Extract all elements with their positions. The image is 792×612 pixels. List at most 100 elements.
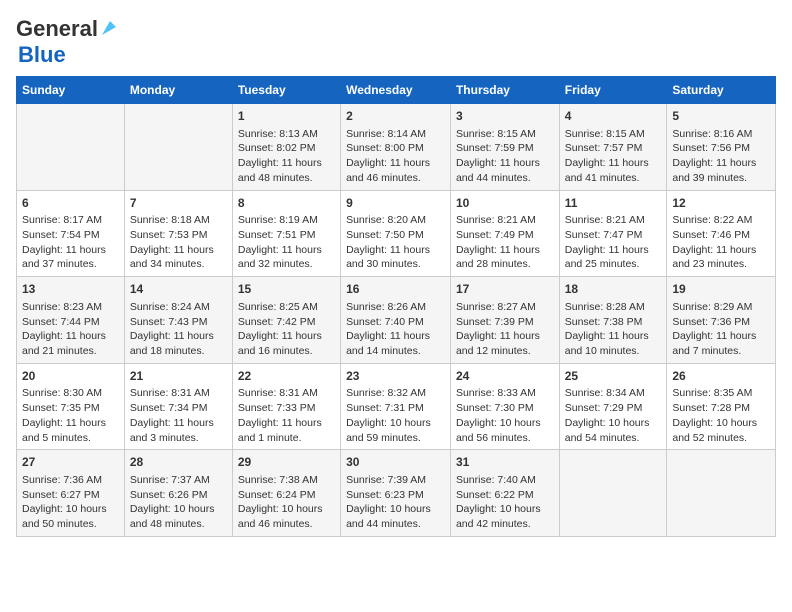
day-number: 8 [238, 195, 335, 212]
calendar-cell [124, 104, 232, 191]
day-content: Sunrise: 8:15 AM Sunset: 7:57 PM Dayligh… [565, 127, 662, 186]
logo: General Blue [16, 16, 118, 68]
calendar-cell: 10Sunrise: 8:21 AM Sunset: 7:49 PM Dayli… [450, 190, 559, 277]
day-content: Sunrise: 8:24 AM Sunset: 7:43 PM Dayligh… [130, 300, 227, 359]
day-number: 2 [346, 108, 445, 125]
calendar-cell: 19Sunrise: 8:29 AM Sunset: 7:36 PM Dayli… [667, 277, 776, 364]
day-content: Sunrise: 8:21 AM Sunset: 7:49 PM Dayligh… [456, 213, 554, 272]
day-content: Sunrise: 8:19 AM Sunset: 7:51 PM Dayligh… [238, 213, 335, 272]
day-number: 31 [456, 454, 554, 471]
calendar-cell: 27Sunrise: 7:36 AM Sunset: 6:27 PM Dayli… [17, 450, 125, 537]
day-number: 13 [22, 281, 119, 298]
day-content: Sunrise: 8:30 AM Sunset: 7:35 PM Dayligh… [22, 386, 119, 445]
calendar-week-5: 27Sunrise: 7:36 AM Sunset: 6:27 PM Dayli… [17, 450, 776, 537]
day-number: 18 [565, 281, 662, 298]
header-cell-wednesday: Wednesday [341, 77, 451, 104]
calendar-cell [667, 450, 776, 537]
calendar-cell: 16 Sunrise: 8:26 AM Sunset: 7:40 PM Dayli… [341, 277, 451, 364]
day-number: 12 [672, 195, 770, 212]
calendar-cell: 26Sunrise: 8:35 AM Sunset: 7:28 PM Dayli… [667, 363, 776, 450]
header-cell-thursday: Thursday [450, 77, 559, 104]
day-content: Sunrise: 7:37 AM Sunset: 6:26 PM Dayligh… [130, 473, 227, 532]
calendar-cell: 6Sunrise: 8:17 AM Sunset: 7:54 PM Daylig… [17, 190, 125, 277]
calendar-week-3: 13Sunrise: 8:23 AM Sunset: 7:44 PM Dayli… [17, 277, 776, 364]
calendar-cell [17, 104, 125, 191]
day-number: 9 [346, 195, 445, 212]
calendar-header-row: SundayMondayTuesdayWednesdayThursdayFrid… [17, 77, 776, 104]
day-content: Sunrise: 8:15 AM Sunset: 7:59 PM Dayligh… [456, 127, 554, 186]
day-content: Sunrise: 8:28 AM Sunset: 7:38 PM Dayligh… [565, 300, 662, 359]
day-number: 30 [346, 454, 445, 471]
calendar-week-4: 20Sunrise: 8:30 AM Sunset: 7:35 PM Dayli… [17, 363, 776, 450]
day-content: Sunrise: 8:14 AM Sunset: 8:00 PM Dayligh… [346, 127, 445, 186]
day-number: 15 [238, 281, 335, 298]
day-content: Sunrise: 8:21 AM Sunset: 7:47 PM Dayligh… [565, 213, 662, 272]
day-number: 11 [565, 195, 662, 212]
header-cell-sunday: Sunday [17, 77, 125, 104]
header-cell-saturday: Saturday [667, 77, 776, 104]
day-content: Sunrise: 8:31 AM Sunset: 7:33 PM Dayligh… [238, 386, 335, 445]
calendar-cell: 5 Sunrise: 8:16 AM Sunset: 7:56 PM Daylig… [667, 104, 776, 191]
logo-general: General [16, 16, 98, 42]
day-number: 16 [346, 281, 445, 298]
day-number: 22 [238, 368, 335, 385]
calendar-week-1: 1 Sunrise: 8:13 AM Sunset: 8:02 PM Daylig… [17, 104, 776, 191]
logo-arrow-icon [100, 19, 118, 37]
calendar-cell: 22Sunrise: 8:31 AM Sunset: 7:33 PM Dayli… [232, 363, 340, 450]
day-content: Sunrise: 8:33 AM Sunset: 7:30 PM Dayligh… [456, 386, 554, 445]
day-content: Sunrise: 8:13 AM Sunset: 8:02 PM Dayligh… [238, 127, 335, 186]
calendar-cell: 23Sunrise: 8:32 AM Sunset: 7:31 PM Dayli… [341, 363, 451, 450]
day-number: 27 [22, 454, 119, 471]
day-content: Sunrise: 8:27 AM Sunset: 7:39 PM Dayligh… [456, 300, 554, 359]
day-number: 28 [130, 454, 227, 471]
day-content: Sunrise: 7:39 AM Sunset: 6:23 PM Dayligh… [346, 473, 445, 532]
calendar-body: 1 Sunrise: 8:13 AM Sunset: 8:02 PM Daylig… [17, 104, 776, 537]
header-cell-tuesday: Tuesday [232, 77, 340, 104]
day-number: 14 [130, 281, 227, 298]
day-content: Sunrise: 8:35 AM Sunset: 7:28 PM Dayligh… [672, 386, 770, 445]
calendar-cell: 8Sunrise: 8:19 AM Sunset: 7:51 PM Daylig… [232, 190, 340, 277]
page-header: General Blue [16, 16, 776, 68]
day-content: Sunrise: 8:26 AM Sunset: 7:40 PM Dayligh… [346, 300, 445, 359]
day-number: 21 [130, 368, 227, 385]
calendar-cell: 4Sunrise: 8:15 AM Sunset: 7:57 PM Daylig… [559, 104, 667, 191]
day-number: 26 [672, 368, 770, 385]
day-number: 1 [238, 108, 335, 125]
day-number: 7 [130, 195, 227, 212]
day-content: Sunrise: 8:32 AM Sunset: 7:31 PM Dayligh… [346, 386, 445, 445]
day-content: Sunrise: 8:20 AM Sunset: 7:50 PM Dayligh… [346, 213, 445, 272]
calendar-cell: 14 Sunrise: 8:24 AM Sunset: 7:43 PM Dayli… [124, 277, 232, 364]
day-number: 20 [22, 368, 119, 385]
calendar-cell: 17 Sunrise: 8:27 AM Sunset: 7:39 PM Dayli… [450, 277, 559, 364]
day-number: 10 [456, 195, 554, 212]
day-content: Sunrise: 7:38 AM Sunset: 6:24 PM Dayligh… [238, 473, 335, 532]
calendar-cell: 31Sunrise: 7:40 AM Sunset: 6:22 PM Dayli… [450, 450, 559, 537]
calendar-cell: 12Sunrise: 8:22 AM Sunset: 7:46 PM Dayli… [667, 190, 776, 277]
day-number: 17 [456, 281, 554, 298]
day-content: Sunrise: 8:25 AM Sunset: 7:42 PM Dayligh… [238, 300, 335, 359]
calendar-cell: 2 Sunrise: 8:14 AM Sunset: 8:00 PM Daylig… [341, 104, 451, 191]
day-number: 23 [346, 368, 445, 385]
day-number: 24 [456, 368, 554, 385]
calendar-cell: 21Sunrise: 8:31 AM Sunset: 7:34 PM Dayli… [124, 363, 232, 450]
day-content: Sunrise: 8:29 AM Sunset: 7:36 PM Dayligh… [672, 300, 770, 359]
day-content: Sunrise: 8:16 AM Sunset: 7:56 PM Dayligh… [672, 127, 770, 186]
header-cell-friday: Friday [559, 77, 667, 104]
day-number: 5 [672, 108, 770, 125]
day-content: Sunrise: 8:17 AM Sunset: 7:54 PM Dayligh… [22, 213, 119, 272]
logo-blue: Blue [18, 42, 66, 67]
calendar-cell [559, 450, 667, 537]
day-content: Sunrise: 8:31 AM Sunset: 7:34 PM Dayligh… [130, 386, 227, 445]
calendar-cell: 15 Sunrise: 8:25 AM Sunset: 7:42 PM Dayli… [232, 277, 340, 364]
day-number: 25 [565, 368, 662, 385]
day-number: 3 [456, 108, 554, 125]
calendar-cell: 29Sunrise: 7:38 AM Sunset: 6:24 PM Dayli… [232, 450, 340, 537]
day-content: Sunrise: 8:34 AM Sunset: 7:29 PM Dayligh… [565, 386, 662, 445]
calendar-cell: 20Sunrise: 8:30 AM Sunset: 7:35 PM Dayli… [17, 363, 125, 450]
calendar-cell: 11Sunrise: 8:21 AM Sunset: 7:47 PM Dayli… [559, 190, 667, 277]
calendar-cell: 13Sunrise: 8:23 AM Sunset: 7:44 PM Dayli… [17, 277, 125, 364]
day-number: 6 [22, 195, 119, 212]
calendar-cell: 18 Sunrise: 8:28 AM Sunset: 7:38 PM Dayli… [559, 277, 667, 364]
calendar-cell: 30 Sunrise: 7:39 AM Sunset: 6:23 PM Dayli… [341, 450, 451, 537]
calendar-cell: 28 Sunrise: 7:37 AM Sunset: 6:26 PM Dayli… [124, 450, 232, 537]
